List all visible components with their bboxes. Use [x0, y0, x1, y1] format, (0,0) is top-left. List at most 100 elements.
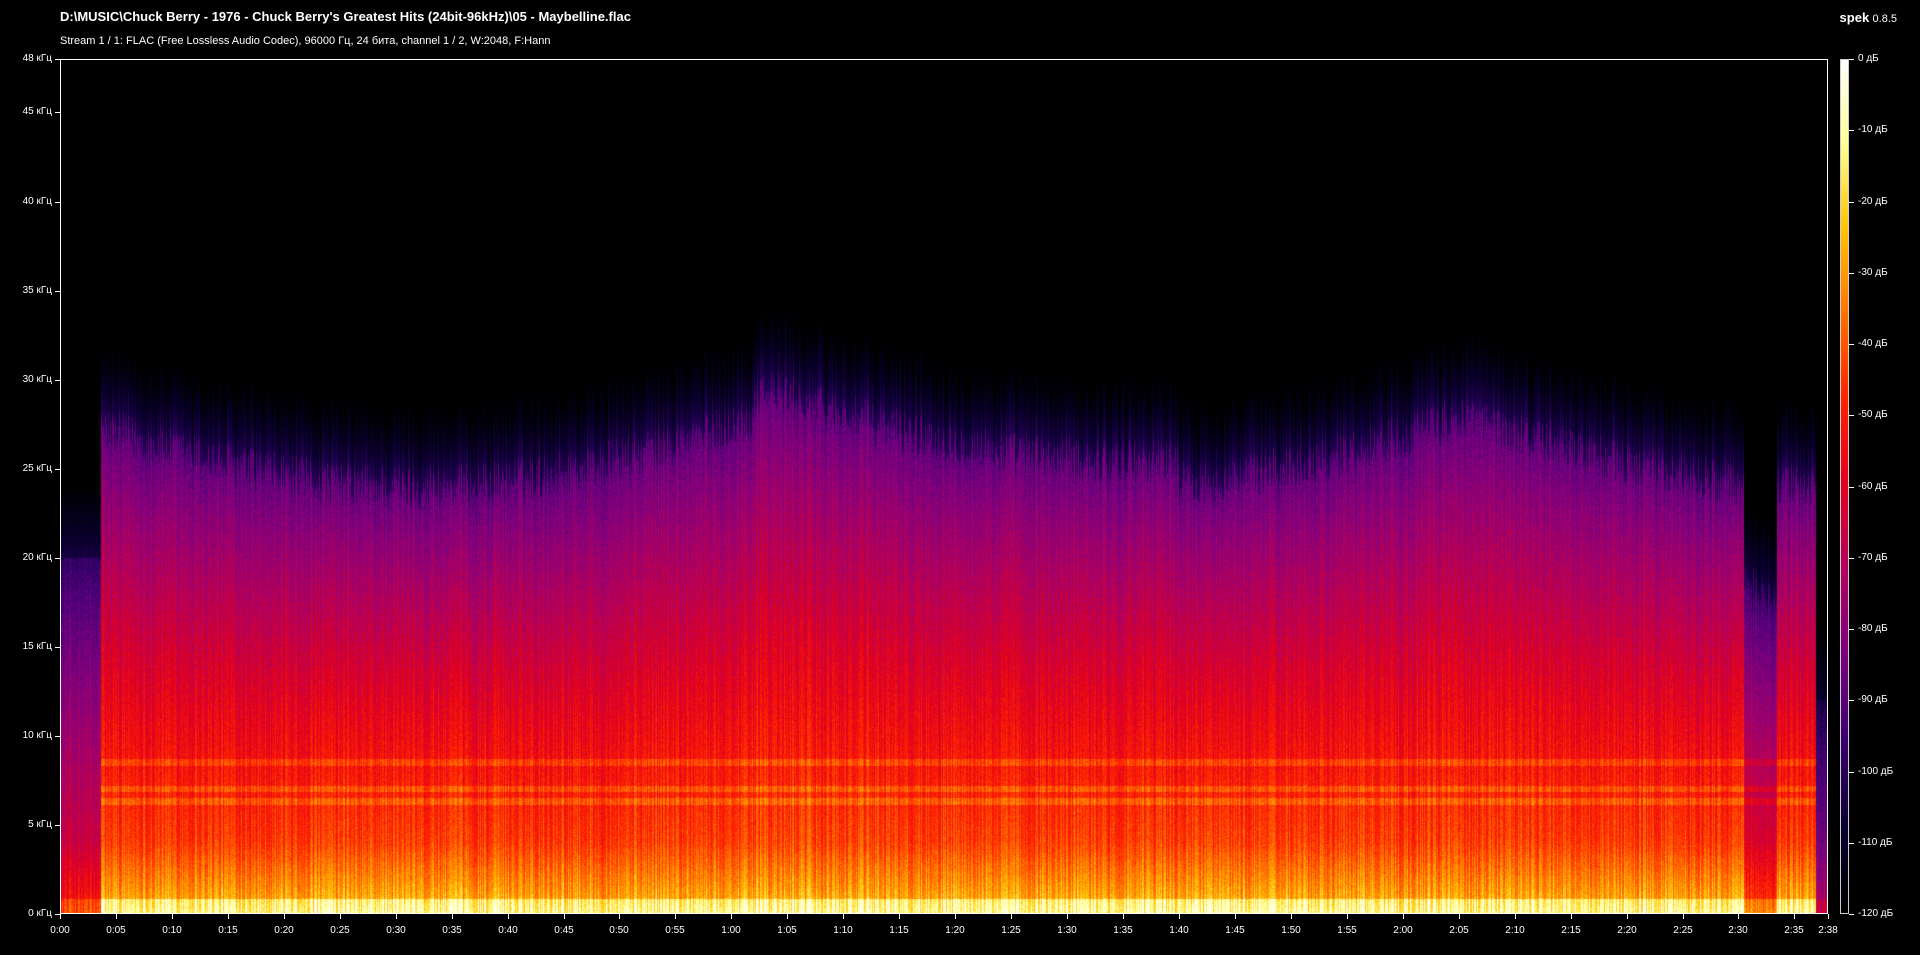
time-tick [1291, 914, 1292, 919]
frequency-tick-label: 48 кГц [22, 53, 52, 64]
db-tick-label: 0 дБ [1858, 53, 1879, 64]
time-tick-label: 1:35 [1113, 925, 1133, 936]
file-path-title: D:\MUSIC\Chuck Berry - 1976 - Chuck Berr… [60, 9, 631, 24]
time-tick-label: 2:38 [1818, 925, 1838, 936]
time-tick-label: 1:10 [833, 925, 853, 936]
time-tick-label: 2:20 [1617, 925, 1637, 936]
time-tick [1794, 914, 1795, 919]
time-tick-label: 1:05 [777, 925, 797, 936]
time-tick [1738, 914, 1739, 919]
db-tick [1849, 59, 1854, 60]
time-tick [955, 914, 956, 919]
time-tick [172, 914, 173, 919]
frequency-tick [55, 469, 60, 470]
frequency-tick-label: 45 кГц [22, 106, 52, 117]
time-tick [396, 914, 397, 919]
frequency-tick-label: 5 кГц [28, 819, 52, 830]
time-tick [60, 914, 61, 919]
db-tick-label: -70 дБ [1858, 552, 1888, 563]
stream-info: Stream 1 / 1: FLAC (Free Lossless Audio … [60, 35, 551, 47]
db-tick-label: -120 дБ [1858, 908, 1894, 919]
frequency-tick-label: 20 кГц [22, 552, 52, 563]
frequency-tick [55, 380, 60, 381]
frequency-tick [55, 291, 60, 292]
frequency-tick [55, 736, 60, 737]
time-tick-label: 0:10 [162, 925, 182, 936]
db-tick-label: -10 дБ [1858, 124, 1888, 135]
time-tick [1235, 914, 1236, 919]
time-tick [1179, 914, 1180, 919]
time-tick-label: 1:30 [1057, 925, 1077, 936]
spectrogram-canvas [61, 60, 1827, 913]
frequency-tick-label: 40 кГц [22, 196, 52, 207]
time-tick [675, 914, 676, 919]
time-tick [1011, 914, 1012, 919]
time-tick-label: 1:20 [945, 925, 965, 936]
db-tick [1849, 558, 1854, 559]
frequency-tick [55, 558, 60, 559]
time-tick-label: 2:15 [1561, 925, 1581, 936]
frequency-tick [55, 202, 60, 203]
db-tick-label: -100 дБ [1858, 766, 1894, 777]
db-tick-label: -110 дБ [1858, 837, 1893, 848]
app-version: 0.8.5 [1872, 13, 1897, 25]
time-tick-label: 0:45 [554, 925, 574, 936]
db-tick-label: -40 дБ [1858, 338, 1888, 349]
db-tick-label: -80 дБ [1858, 623, 1888, 634]
db-tick [1849, 202, 1854, 203]
time-tick [899, 914, 900, 919]
db-tick [1849, 629, 1854, 630]
frequency-tick-label: 30 кГц [22, 374, 52, 385]
time-tick [116, 914, 117, 919]
time-tick [787, 914, 788, 919]
time-tick-label: 1:55 [1337, 925, 1357, 936]
time-tick [1067, 914, 1068, 919]
db-tick-label: -20 дБ [1858, 196, 1888, 207]
time-tick [731, 914, 732, 919]
time-tick-label: 1:00 [721, 925, 741, 936]
time-tick-label: 0:05 [106, 925, 126, 936]
db-tick-label: -90 дБ [1858, 694, 1888, 705]
db-tick-label: -50 дБ [1858, 409, 1888, 420]
db-tick [1849, 487, 1854, 488]
time-tick-label: 0:15 [218, 925, 238, 936]
time-tick-label: 0:50 [609, 925, 629, 936]
time-tick [1459, 914, 1460, 919]
time-tick [1403, 914, 1404, 919]
frequency-tick-label: 15 кГц [22, 641, 52, 652]
time-tick-label: 2:25 [1673, 925, 1693, 936]
time-tick-label: 1:40 [1169, 925, 1189, 936]
time-tick-label: 1:45 [1225, 925, 1245, 936]
time-tick-label: 2:30 [1728, 925, 1748, 936]
time-tick [1828, 914, 1829, 919]
time-tick [1571, 914, 1572, 919]
time-tick-label: 1:25 [1001, 925, 1021, 936]
frequency-tick-label: 35 кГц [22, 285, 52, 296]
db-colorbar [1840, 59, 1849, 914]
time-tick-label: 2:05 [1449, 925, 1469, 936]
frequency-tick [55, 59, 60, 60]
frequency-tick [55, 112, 60, 113]
time-tick [508, 914, 509, 919]
time-tick-label: 0:00 [50, 925, 70, 936]
frequency-tick-label: 0 кГц [28, 908, 52, 919]
db-tick [1849, 843, 1854, 844]
time-tick-label: 1:15 [889, 925, 909, 936]
spectrogram-frame[interactable] [60, 59, 1828, 914]
time-tick [228, 914, 229, 919]
time-tick-label: 0:25 [330, 925, 350, 936]
db-tick [1849, 772, 1854, 773]
time-tick-label: 0:20 [274, 925, 294, 936]
db-tick [1849, 344, 1854, 345]
time-tick [340, 914, 341, 919]
db-tick [1849, 700, 1854, 701]
app-name-label: spek [1839, 10, 1870, 25]
time-tick [452, 914, 453, 919]
time-tick [619, 914, 620, 919]
time-tick-label: 2:10 [1505, 925, 1525, 936]
time-tick-label: 1:50 [1281, 925, 1301, 936]
time-tick-label: 0:40 [498, 925, 518, 936]
time-tick [843, 914, 844, 919]
db-tick-label: -30 дБ [1858, 267, 1888, 278]
time-tick-label: 2:00 [1393, 925, 1413, 936]
